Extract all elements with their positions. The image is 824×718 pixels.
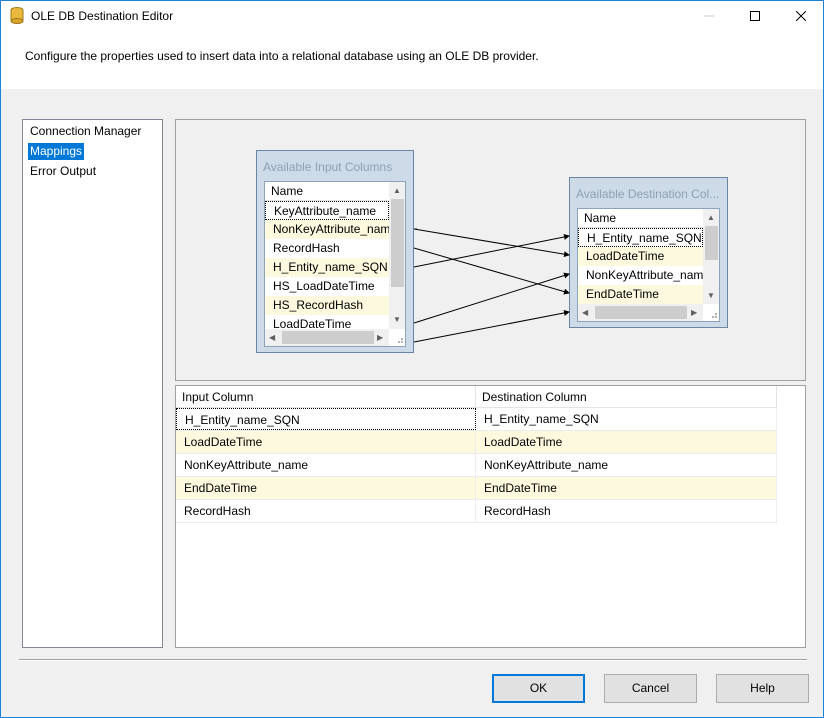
page-nav-list: Connection Manager Mappings Error Output (22, 119, 163, 648)
minimize-button[interactable] (686, 1, 732, 31)
input-cell[interactable]: NonKeyAttribute_name (176, 454, 476, 476)
destination-cell[interactable]: EndDateTime (476, 477, 777, 499)
nav-item-error-output[interactable]: Error Output (28, 163, 98, 180)
mapping-diagram[interactable]: Available Input Columns Name KeyAttribut… (175, 119, 806, 381)
mapping-line[interactable] (413, 310, 570, 343)
table-row[interactable]: RecordHash RecordHash (176, 500, 777, 523)
description-panel: Configure the properties used to insert … (1, 31, 823, 89)
help-button[interactable]: Help (716, 674, 809, 703)
database-icon (10, 7, 24, 24)
destination-column-header[interactable]: Destination Column (476, 386, 777, 408)
input-cell[interactable]: RecordHash (176, 500, 476, 522)
destination-cell[interactable]: NonKeyAttribute_name (476, 454, 777, 476)
title-bar[interactable]: OLE DB Destination Editor (1, 1, 823, 31)
window-title: OLE DB Destination Editor (31, 9, 174, 23)
maximize-button[interactable] (732, 1, 778, 31)
table-row[interactable]: NonKeyAttribute_name NonKeyAttribute_nam… (176, 454, 777, 477)
editor-window: OLE DB Destination Editor Configure the … (0, 0, 824, 718)
destination-cell[interactable]: LoadDateTime (476, 431, 777, 453)
ok-button[interactable]: OK (492, 674, 585, 703)
mapping-line[interactable] (413, 272, 570, 324)
minimize-icon (704, 15, 714, 17)
grid-header: Input Column Destination Column (176, 386, 777, 408)
nav-item-connection-manager[interactable]: Connection Manager (28, 123, 143, 140)
mapping-lines (413, 228, 570, 343)
input-cell[interactable]: EndDateTime (176, 477, 476, 499)
destination-cell[interactable]: RecordHash (476, 500, 777, 522)
close-icon (796, 11, 806, 21)
nav-item-mappings[interactable]: Mappings (28, 143, 85, 160)
close-button[interactable] (778, 1, 824, 31)
input-column-header[interactable]: Input Column (176, 386, 476, 408)
description-text: Configure the properties used to insert … (25, 49, 539, 63)
input-cell[interactable]: LoadDateTime (176, 431, 476, 453)
mapping-line[interactable] (413, 247, 570, 295)
input-cell[interactable]: H_Entity_name_SQN (176, 408, 476, 430)
table-row[interactable]: EndDateTime EndDateTime (176, 477, 777, 500)
table-row[interactable]: LoadDateTime LoadDateTime (176, 431, 777, 454)
footer-separator-highlight (19, 660, 807, 661)
table-row[interactable]: H_Entity_name_SQN H_Entity_name_SQN (176, 408, 777, 431)
destination-cell[interactable]: H_Entity_name_SQN (476, 408, 777, 430)
maximize-icon (750, 11, 760, 21)
mappings-grid[interactable]: Input Column Destination Column H_Entity… (175, 385, 806, 648)
cancel-button[interactable]: Cancel (604, 674, 697, 703)
